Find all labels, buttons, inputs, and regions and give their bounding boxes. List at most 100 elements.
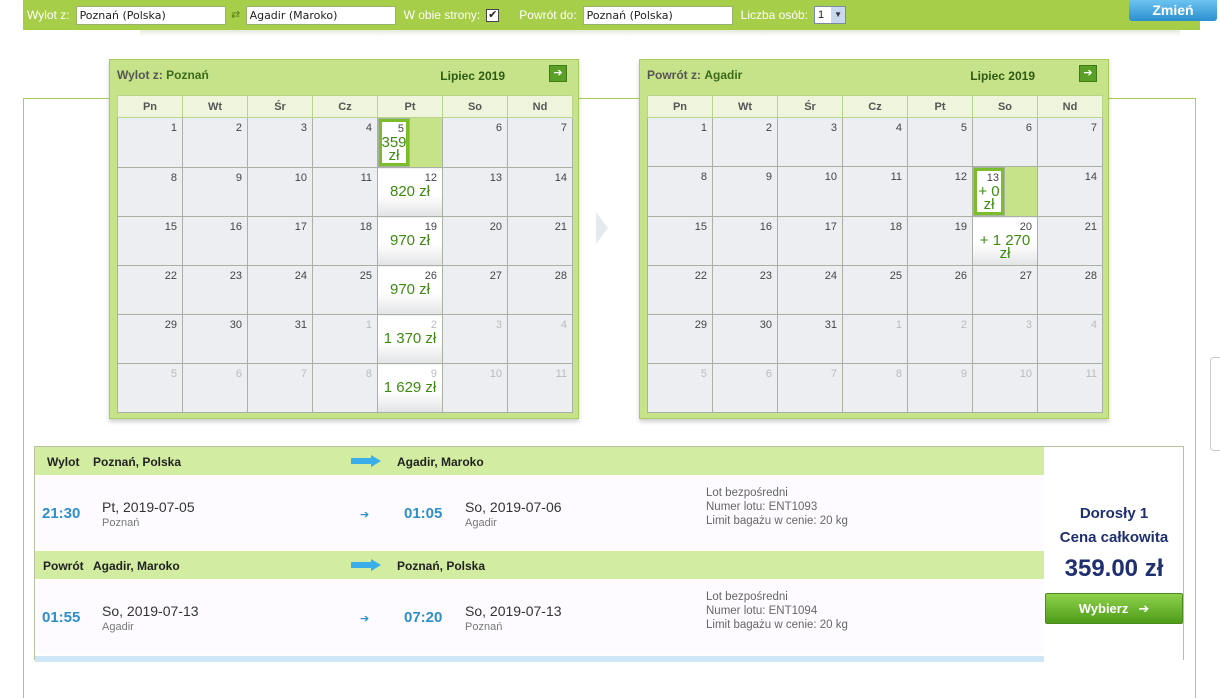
- day-number: 1: [700, 122, 707, 134]
- calendar-day: 2: [182, 117, 248, 168]
- weekday-header: Nd: [1037, 95, 1103, 118]
- day-price: 359 zł: [381, 134, 407, 164]
- return-input[interactable]: [582, 5, 733, 25]
- calendar-day: 26: [907, 265, 973, 315]
- both-ways-label: W obie strony:: [403, 8, 481, 22]
- next-month-arrow-icon[interactable]: ➔: [1079, 65, 1097, 82]
- calendar-week: 8 9 10 11 12 820 zł 13 14: [117, 167, 573, 217]
- day-number: 1: [895, 319, 902, 331]
- day-number: 9: [235, 172, 242, 184]
- calendar-day: 4: [312, 117, 378, 168]
- calendar-day: 3: [972, 314, 1038, 364]
- side-tab[interactable]: [1210, 357, 1220, 451]
- arrow-right-icon: ➔: [360, 509, 370, 521]
- day-number: 23: [229, 270, 242, 282]
- calendar-day[interactable]: 26 970 zł: [377, 265, 443, 315]
- day-number: 6: [765, 368, 772, 380]
- bar-shadow: [140, 30, 1180, 36]
- day-price: 970 zł: [389, 281, 431, 298]
- arrival-time: 07:20: [404, 609, 443, 626]
- day-number: 4: [1090, 319, 1097, 331]
- day-number: 5: [960, 122, 967, 134]
- calendar-day: 10: [247, 167, 313, 217]
- change-button[interactable]: Zmień: [1129, 0, 1217, 21]
- flight-info: Lot bezpośredni Numer lotu: ENT1094 Limi…: [706, 590, 848, 632]
- flight-type: Lot bezpośredni: [706, 487, 788, 499]
- return-row[interactable]: 01:55 So, 2019-07-13 Agadir ➔ 07:20 So, …: [35, 581, 1044, 653]
- return-header: Powrót Agadir, Maroko Poznań, Polska: [35, 551, 1044, 579]
- calendar-day[interactable]: 20 + 1 270 zł: [972, 216, 1038, 266]
- to-input[interactable]: [245, 5, 396, 25]
- day-number: 3: [830, 122, 837, 134]
- calendar-week: 5 6 7 8 9 10 11: [647, 363, 1103, 413]
- day-number: 28: [554, 270, 567, 282]
- calendar-day: 16: [712, 216, 778, 266]
- arrival-date: So, 2019-07-13: [465, 603, 562, 619]
- outbound-row[interactable]: 21:30 Pt, 2019-07-05 Poznań ➔ 01:05 So, …: [35, 477, 1044, 549]
- day-number: 23: [759, 270, 772, 282]
- weekday-header: Wt: [712, 95, 778, 118]
- calendar-day: 11: [312, 167, 378, 217]
- day-number: 27: [1019, 270, 1032, 282]
- day-number: 3: [1025, 319, 1032, 331]
- calendar-day: 30: [182, 314, 248, 364]
- calendar-day: 19: [907, 216, 973, 266]
- arrow-right-icon: ➔: [360, 613, 370, 625]
- search-bar: Wylot z: ⇄ W obie strony: ✔ Powrót do: L…: [23, 0, 1217, 30]
- calendar-day: 8: [842, 363, 908, 413]
- calendar-day: 25: [312, 265, 378, 315]
- arrival-place: Agadir: [465, 517, 497, 529]
- day-number: 8: [895, 368, 902, 380]
- outbound-from: Poznań, Polska: [93, 455, 182, 469]
- flight-number: Numer lotu: ENT1094: [706, 605, 818, 617]
- calendar-day: 1: [842, 314, 908, 364]
- outbound-to: Agadir, Maroko: [397, 455, 484, 469]
- day-number: 21: [1084, 221, 1097, 233]
- calendar-day[interactable]: 13 + 0 zł: [973, 167, 1005, 216]
- calendar-day: 4: [842, 117, 908, 167]
- calendar-day[interactable]: 19 970 zł: [377, 216, 443, 266]
- persons-select[interactable]: 1 ▼: [814, 6, 847, 24]
- calendar-week: 5 6 7 8 91 629 zł 10 11: [117, 363, 573, 413]
- day-price: 1 370 zł: [383, 330, 437, 347]
- day-number: 15: [694, 221, 707, 233]
- day-number: 16: [229, 221, 242, 233]
- both-ways-checkbox[interactable]: ✔: [486, 8, 500, 22]
- day-number: 14: [554, 172, 567, 184]
- calendar-day: 23: [712, 265, 778, 315]
- calendar-day: 7: [777, 363, 843, 413]
- day-number: 11: [1085, 368, 1097, 380]
- day-number: 16: [759, 221, 772, 233]
- return-to: Poznań, Polska: [397, 559, 486, 573]
- calendar-title-city: Poznań: [166, 68, 209, 82]
- from-input[interactable]: [75, 5, 226, 25]
- day-price: 970 zł: [389, 232, 431, 249]
- calendar-day: 3: [442, 314, 508, 364]
- day-number: 9: [765, 171, 772, 183]
- return-calendar: Powrót z: Agadir Lipiec 2019 ➔ Pn Wt Śr Cz P…: [639, 59, 1109, 419]
- weekday-header: Cz: [312, 95, 378, 118]
- weekday-header: Wt: [182, 95, 248, 118]
- day-number: 24: [294, 270, 307, 282]
- calendar-day[interactable]: 21 370 zł: [377, 314, 443, 364]
- calendar-day: 3: [247, 117, 313, 168]
- calendar-day: 29: [117, 314, 183, 364]
- return-label: Powrót do:: [519, 8, 577, 22]
- select-button[interactable]: Wybierz ➔: [1045, 593, 1183, 624]
- calendar-day: 30: [712, 314, 778, 364]
- calendar-day: 10: [777, 166, 843, 217]
- calendar-day: 5: [117, 363, 183, 413]
- day-number: 8: [700, 171, 707, 183]
- calendar-week: 8 9 10 11 12 13 + 0 zł 14: [647, 166, 1103, 217]
- day-number: 2: [235, 122, 242, 134]
- swap-icon[interactable]: ⇄: [229, 8, 243, 22]
- calendar-day[interactable]: 91 629 zł: [377, 363, 443, 413]
- day-number: 24: [824, 270, 837, 282]
- calendar-day[interactable]: 12 820 zł: [377, 167, 443, 217]
- calendar-day: 6: [712, 363, 778, 413]
- calendar-day: 8: [312, 363, 378, 413]
- departure-date: Pt, 2019-07-05: [102, 499, 195, 515]
- next-month-arrow-icon[interactable]: ➔: [549, 65, 567, 82]
- day-number: 25: [359, 270, 372, 282]
- calendar-day[interactable]: 5 359 zł: [378, 118, 410, 167]
